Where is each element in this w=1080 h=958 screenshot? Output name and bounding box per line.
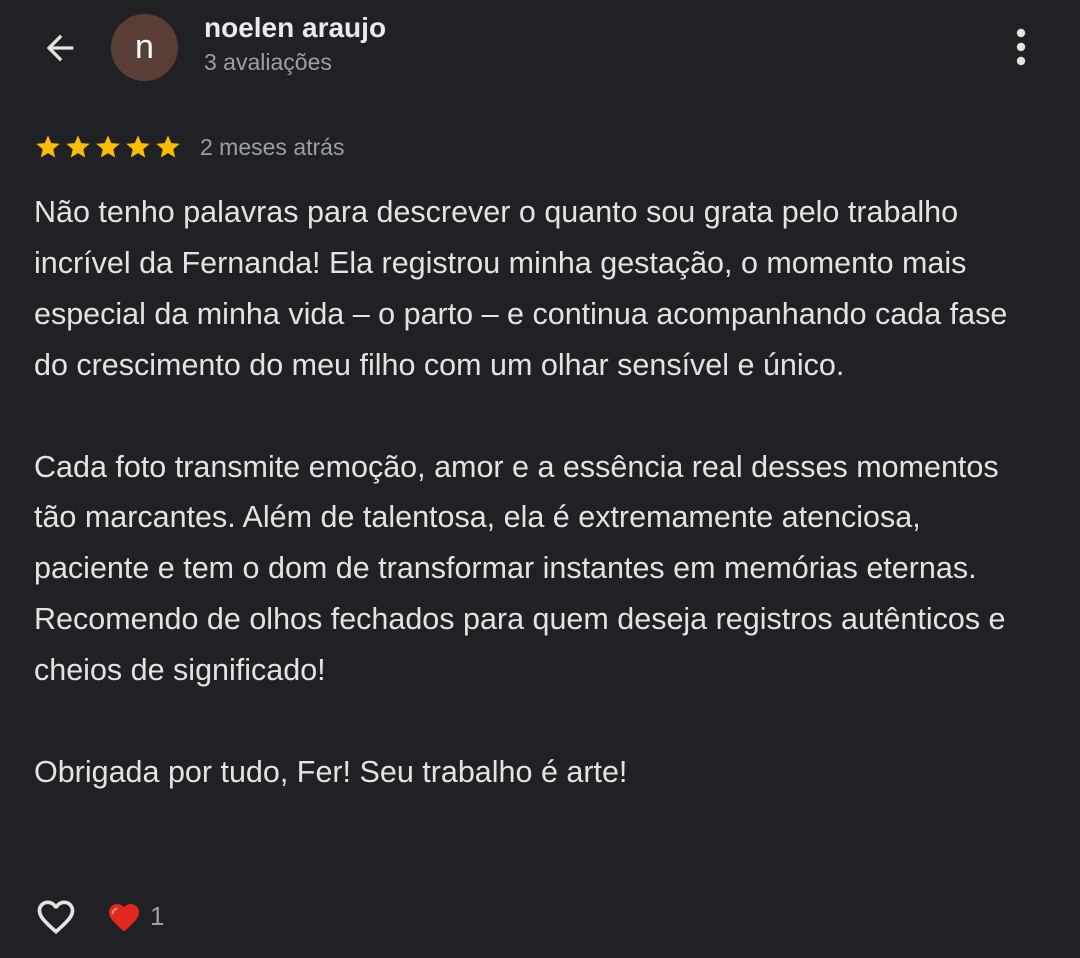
- star-icon: [36, 135, 60, 158]
- reaction-count: 1: [150, 900, 165, 931]
- author-name[interactable]: noelen araujo: [204, 12, 386, 44]
- review-detail-page: n noelen araujo 3 avaliações 2 meses atr…: [0, 0, 1080, 958]
- heart-outline-icon: [37, 900, 75, 935]
- avatar-letter: n: [135, 28, 154, 66]
- review-date: 2 meses atrás: [200, 133, 345, 160]
- reaction-summary[interactable]: 1: [106, 897, 164, 935]
- arrow-back-icon: [46, 34, 74, 62]
- review-paragraph-3: Obrigada por tudo, Fer! Seu trabalho é a…: [34, 754, 628, 789]
- star-rating: [34, 133, 182, 161]
- review-paragraph-1: Não tenho palavras para descrever o quan…: [34, 195, 1008, 382]
- star-icon: [156, 135, 180, 158]
- rating-row: 2 meses atrás: [34, 130, 344, 164]
- star-icon: [96, 135, 120, 158]
- review-paragraph-2: Cada foto transmite emoção, amor e a ess…: [34, 449, 1006, 688]
- star-icon: [66, 135, 90, 158]
- like-button[interactable]: [32, 893, 80, 941]
- author-review-count: 3 avaliações: [204, 49, 332, 75]
- back-button[interactable]: [38, 26, 82, 70]
- star-icon: [126, 135, 150, 158]
- more-options-button[interactable]: [998, 22, 1044, 72]
- avatar[interactable]: n: [111, 14, 178, 81]
- red-heart-icon: [109, 904, 139, 932]
- review-text: Não tenho palavras para descrever o quan…: [34, 187, 1044, 798]
- more-vert-icon: [1016, 28, 1026, 66]
